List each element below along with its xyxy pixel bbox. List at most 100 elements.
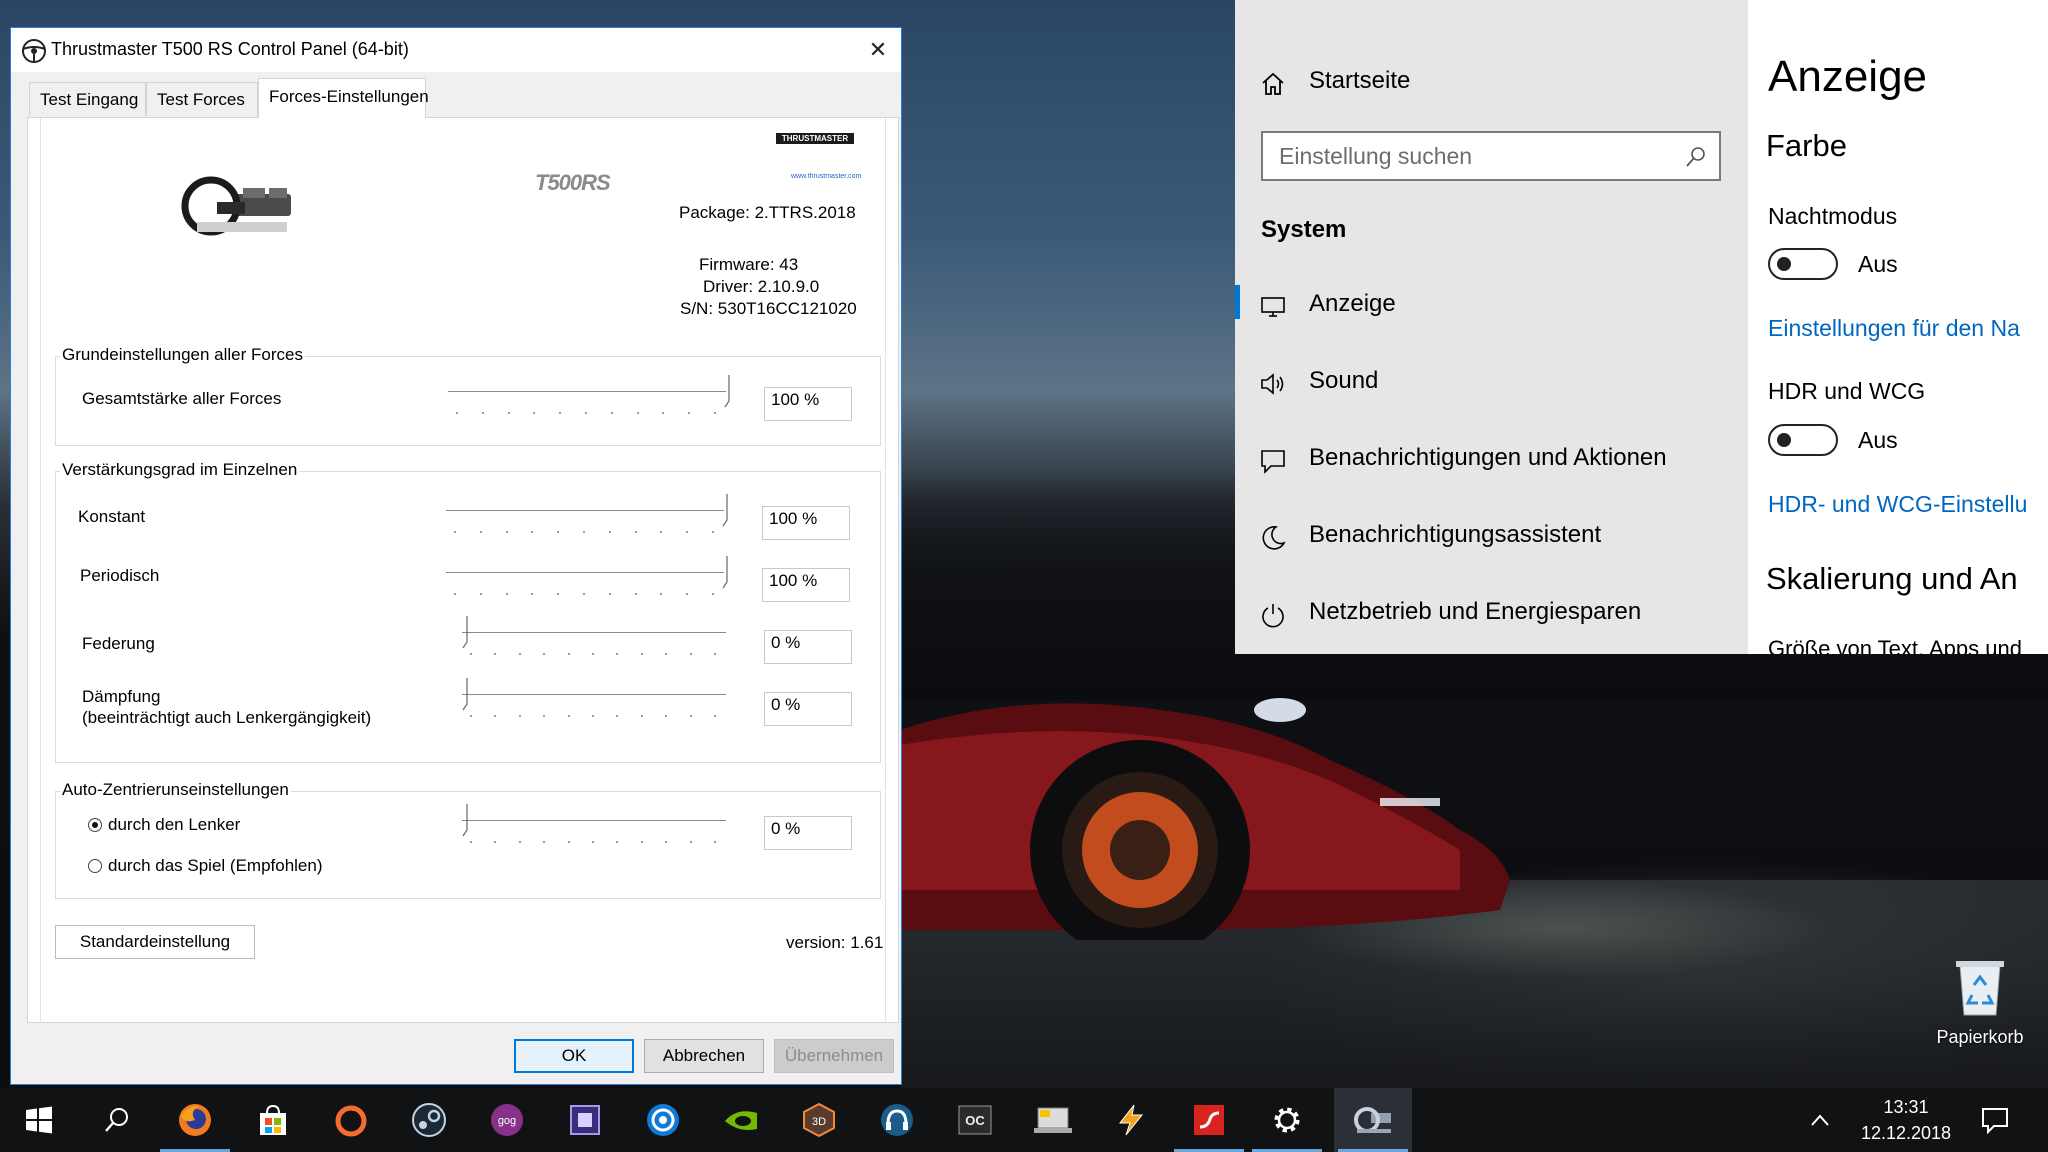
slider-tick	[616, 715, 619, 717]
slider-thumb[interactable]	[462, 804, 472, 838]
slider-track	[446, 510, 724, 512]
slider-tick	[640, 653, 643, 655]
action-center-button[interactable]	[1960, 1088, 2030, 1152]
constant-value[interactable]: 100 %	[762, 506, 850, 540]
slider-tick	[479, 593, 482, 595]
periodic-slider[interactable]	[446, 556, 734, 602]
taskbar-origin[interactable]	[312, 1088, 390, 1152]
slider-tick	[481, 412, 484, 414]
taskbar-uplay[interactable]	[624, 1088, 702, 1152]
taskbar-headset-app[interactable]	[858, 1088, 936, 1152]
brand-url: www.thrustmaster.com	[791, 173, 862, 180]
slider-thumb[interactable]	[722, 494, 732, 528]
taskbar-search[interactable]	[78, 1088, 156, 1152]
slider-track	[462, 694, 726, 696]
constant-slider[interactable]	[446, 494, 734, 540]
nav-item-notifications[interactable]: Benachrichtigungen und Aktionen	[1235, 429, 1748, 489]
autocenter-game-radio[interactable]	[88, 859, 102, 873]
action-center-icon	[1982, 1108, 2008, 1134]
moon-icon	[1262, 526, 1286, 550]
slider-thumb[interactable]	[462, 678, 472, 712]
taskbar-store[interactable]	[234, 1088, 312, 1152]
spring-value[interactable]: 0 %	[764, 630, 852, 664]
slider-sublabel: (beeinträchtigt auch Lenkergängigkeit)	[82, 708, 372, 727]
nav-item-sound[interactable]: Sound	[1235, 352, 1748, 412]
window-titlebar[interactable]: Thrustmaster T500 RS Control Panel (64-b…	[11, 28, 901, 72]
tab-test-forces[interactable]: Test Forces	[146, 82, 258, 116]
slider-tick	[559, 412, 562, 414]
hdr-state: Aus	[1858, 427, 1898, 453]
package-info: Package: 2.TTRS.2018	[679, 203, 856, 222]
taskbar-clock[interactable]: 13:31 12.12.2018	[1846, 1094, 1966, 1146]
taskbar-cpu-app[interactable]	[546, 1088, 624, 1152]
slider-tick	[665, 715, 668, 717]
nav-item-power[interactable]: Netzbetrieb und Energiesparen	[1235, 583, 1748, 643]
taskbar-winamp[interactable]	[1092, 1088, 1170, 1152]
slider-tick	[608, 531, 611, 533]
taskbar-settings[interactable]	[1248, 1088, 1326, 1152]
close-button[interactable]: ✕	[855, 28, 901, 72]
taskbar-oc-scanner[interactable]: OC	[936, 1088, 1014, 1152]
slider-tick	[711, 531, 714, 533]
version-label: version: 1.61	[786, 933, 884, 952]
nav-item-anzeige[interactable]: Anzeige	[1235, 275, 1748, 335]
taskbar-steam[interactable]	[390, 1088, 468, 1152]
slider-label: Periodisch	[80, 566, 160, 585]
hdr-toggle[interactable]	[1768, 424, 1838, 456]
slider-tick	[640, 715, 643, 717]
scaling-subtext: Größe von Text, Apps und	[1768, 636, 2022, 654]
autocenter-wheel-radio[interactable]	[88, 818, 102, 832]
damper-value[interactable]: 0 %	[764, 692, 852, 726]
settings-search-input[interactable]: Einstellung suchen	[1261, 131, 1721, 181]
cancel-button[interactable]: Abbrechen	[644, 1039, 764, 1073]
nav-home[interactable]: Startseite	[1235, 52, 1748, 112]
taskbar-3dmark[interactable]: 3D	[780, 1088, 858, 1152]
recycle-bin-icon	[1956, 961, 2004, 1016]
slider-ticks	[470, 838, 716, 844]
start-button[interactable]	[0, 1088, 78, 1152]
slider-thumb[interactable]	[722, 556, 732, 590]
slider-thumb[interactable]	[462, 616, 472, 650]
tab-forces-einstellungen[interactable]: Forces-Einstellungen	[258, 78, 429, 118]
autocenter-slider[interactable]	[462, 804, 736, 850]
ok-button[interactable]: OK	[514, 1039, 634, 1073]
total-strength-value[interactable]: 100 %	[764, 387, 852, 421]
nav-item-focus-assist[interactable]: Benachrichtigungsassistent	[1235, 506, 1748, 566]
slider-tick	[479, 531, 482, 533]
taskbar-benchmark[interactable]	[1014, 1088, 1092, 1152]
periodic-value[interactable]: 100 %	[762, 568, 850, 602]
taskbar-gog[interactable]: gog	[468, 1088, 546, 1152]
close-icon: ✕	[868, 37, 888, 62]
taskbar-firefox[interactable]	[156, 1088, 234, 1152]
slider-tick	[616, 653, 619, 655]
slider-tick	[640, 841, 643, 843]
slider-thumb[interactable]	[724, 375, 734, 409]
taskbar-flash[interactable]	[1170, 1088, 1248, 1152]
slider-ticks	[456, 409, 716, 415]
benchmark-icon	[1034, 1107, 1072, 1133]
search-placeholder: Einstellung suchen	[1279, 143, 1473, 169]
hdr-settings-link[interactable]: HDR- und WCG-Einstellu	[1768, 491, 2027, 518]
autocenter-value[interactable]: 0 %	[764, 816, 852, 850]
speaker-icon	[1261, 373, 1284, 395]
slider-ticks	[470, 650, 716, 656]
damper-slider[interactable]	[462, 678, 736, 724]
show-hidden-icons-button[interactable]	[1796, 1088, 1844, 1152]
radio-label: durch den Lenker	[108, 815, 241, 834]
svg-text:gog: gog	[498, 1115, 516, 1127]
taskbar-nvidia[interactable]	[702, 1088, 780, 1152]
total-strength-slider[interactable]	[448, 375, 736, 421]
slider-tick	[505, 531, 508, 533]
slider-tick	[689, 715, 692, 717]
tab-test-eingang[interactable]: Test Eingang	[29, 82, 146, 116]
recycle-bin[interactable]: Papierkorb	[1930, 955, 2030, 1055]
apply-button[interactable]: Übernehmen	[774, 1039, 894, 1073]
color-heading: Farbe	[1766, 128, 1847, 163]
spring-slider[interactable]	[462, 616, 736, 662]
default-settings-button[interactable]: Standardeinstellung	[55, 925, 255, 959]
taskbar-wheel-app[interactable]	[1334, 1088, 1412, 1152]
slider-tick	[531, 593, 534, 595]
store-icon	[260, 1104, 286, 1135]
night-mode-toggle[interactable]	[1768, 248, 1838, 280]
night-settings-link[interactable]: Einstellungen für den Na	[1768, 315, 2020, 342]
